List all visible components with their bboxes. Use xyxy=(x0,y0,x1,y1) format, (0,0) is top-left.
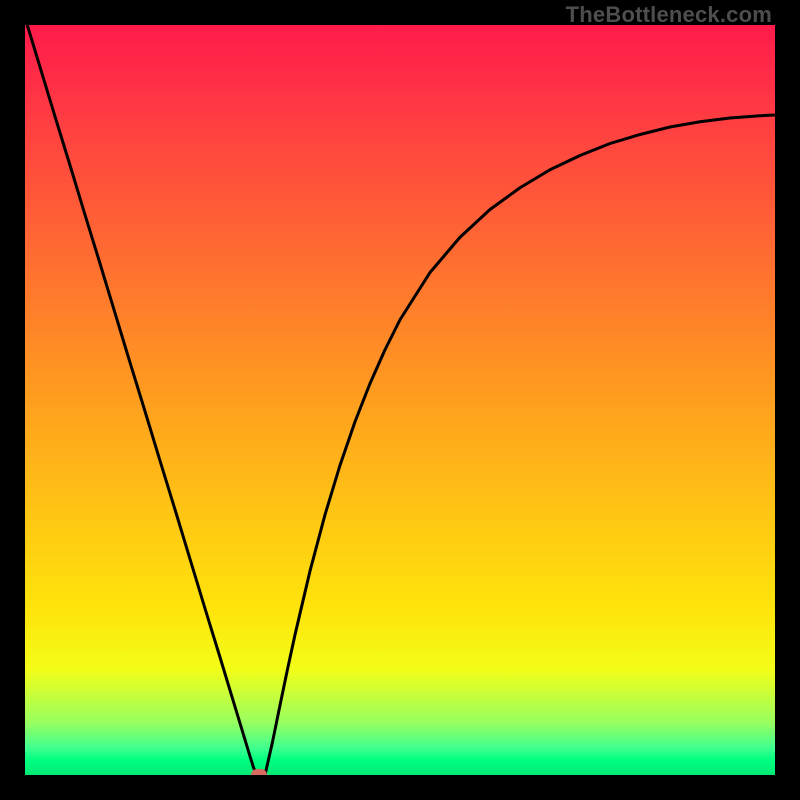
bottleneck-curve-svg xyxy=(25,25,775,775)
chart-frame: TheBottleneck.com xyxy=(0,0,800,800)
bottleneck-curve xyxy=(25,25,775,775)
optimal-point-marker xyxy=(251,769,267,775)
plot-area xyxy=(25,25,775,775)
